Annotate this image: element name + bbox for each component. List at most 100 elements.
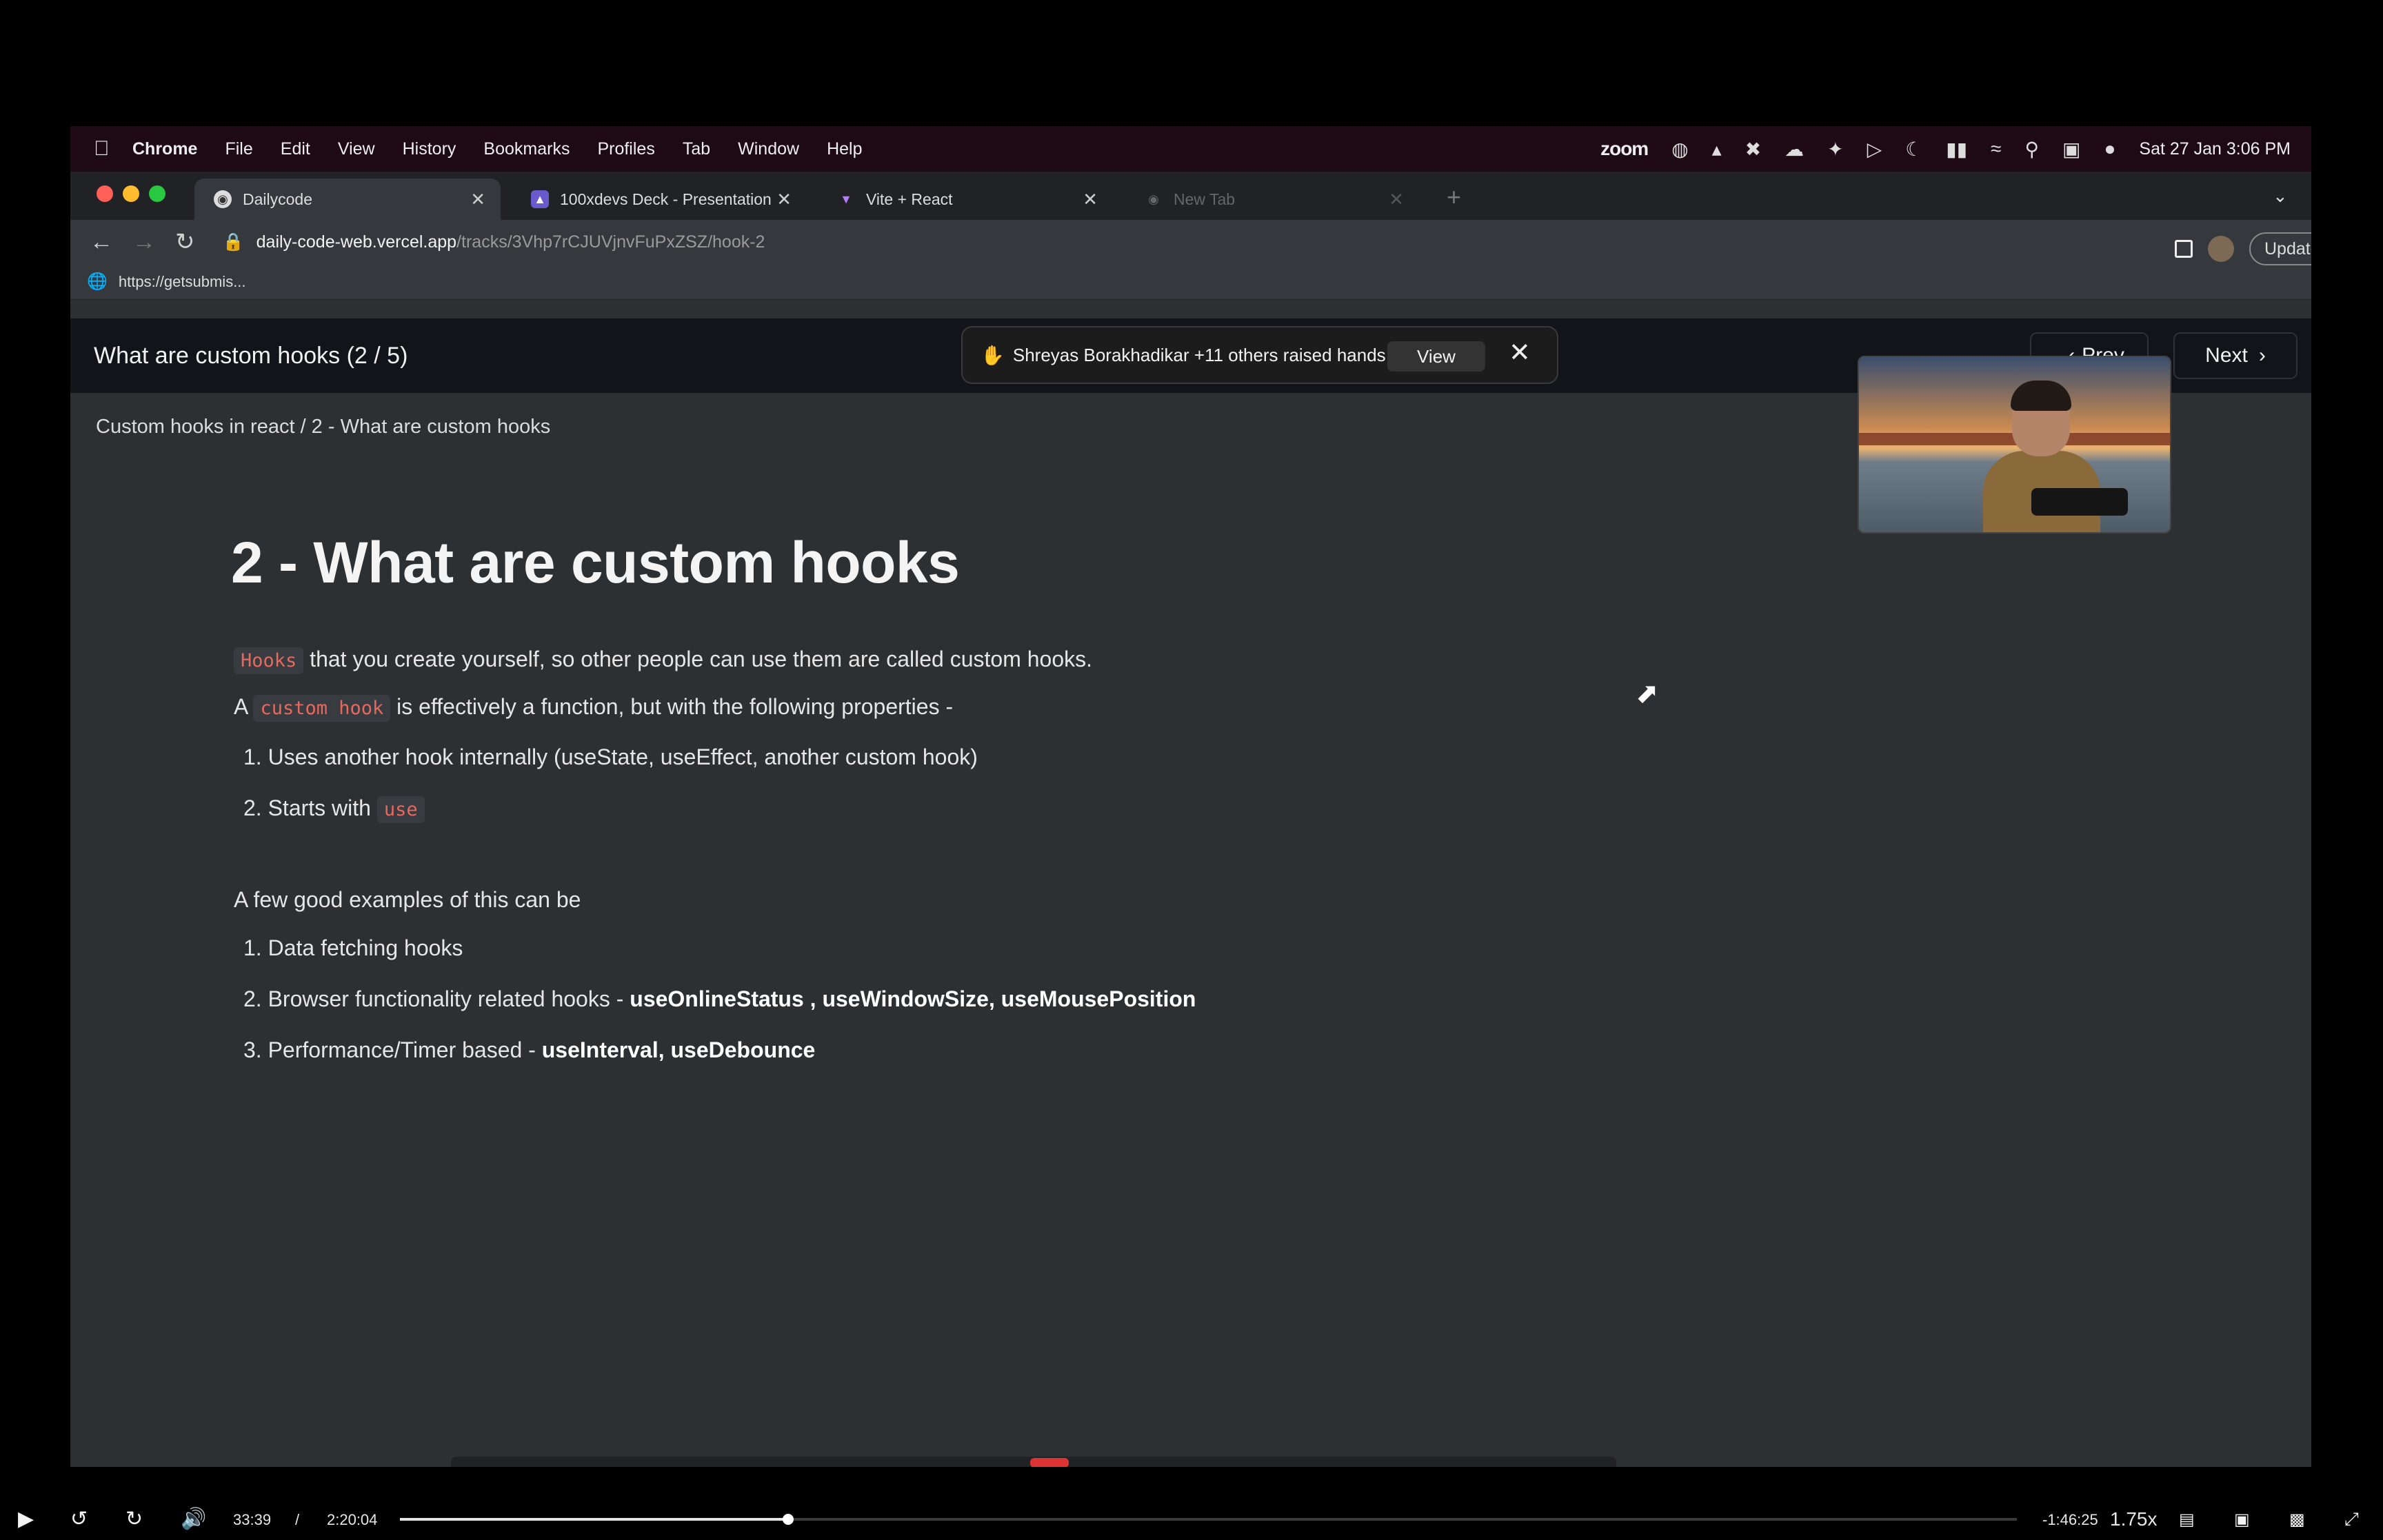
url-host: daily-code-web.vercel.app	[256, 232, 457, 252]
globe-icon: 🌐	[87, 272, 108, 291]
view-button[interactable]: View	[1387, 341, 1485, 372]
back-arrow-icon[interactable]: ←	[90, 229, 113, 256]
apple-icon: 	[94, 137, 114, 161]
zoom-menubar-label[interactable]: zoom	[1600, 138, 1649, 160]
paragraph-text: A	[234, 694, 254, 719]
list-item-bold: useInterval, useDebounce	[541, 1037, 816, 1062]
cloud-icon[interactable]: ☁	[1784, 138, 1804, 161]
time-separator: /	[295, 1511, 300, 1528]
play-icon[interactable]: ▶	[18, 1507, 34, 1531]
webcam-video-tile[interactable]	[1858, 356, 2171, 534]
dailycode-favicon-icon: ◉	[214, 190, 232, 208]
playback-speed[interactable]: 1.75x	[2110, 1508, 2158, 1530]
steam-icon[interactable]: ◍	[1671, 138, 1688, 161]
menu-app-name[interactable]: Chrome	[132, 139, 197, 159]
reload-icon[interactable]: ↻	[175, 228, 195, 256]
video-player:  Chrome File Edit View History Bookmark…	[0, 0, 2383, 1540]
vite-favicon-icon: ▼	[840, 192, 852, 206]
breadcrumb[interactable]: Custom hooks in react / 2 - What are cus…	[96, 416, 550, 438]
list-item-bold: useOnlineStatus , useWindowSize, useMous…	[630, 986, 1196, 1011]
exit-fullscreen-icon[interactable]: ⤢	[2344, 1508, 2359, 1530]
tab-label: Dailycode	[243, 190, 312, 208]
zoom-controls-peek	[451, 1457, 1616, 1467]
menu-view[interactable]: View	[338, 139, 375, 159]
lock-icon: 🔒	[222, 232, 244, 252]
seek-handle[interactable]	[782, 1514, 794, 1525]
menu-window[interactable]: Window	[738, 139, 799, 159]
notification-badge	[1030, 1458, 1069, 1467]
menubar-status-area: zoom ◍ ▴ ✖ ☁ ✦ ▷ ☾ ▮▮ ≈ ⚲ ▣ ● Sat 27 Jan…	[1600, 126, 2291, 172]
wifi-icon[interactable]: ≈	[1991, 138, 2001, 160]
close-tab-icon[interactable]: ✕	[1389, 189, 1404, 210]
tool-icon[interactable]: ✖	[1745, 138, 1761, 161]
picture-in-picture-icon[interactable]: ▣	[2234, 1510, 2250, 1530]
bookmark-item[interactable]: https://getsubmis...	[119, 273, 246, 291]
tab-vite-react[interactable]: ▼ Vite + React ✕	[818, 179, 1113, 220]
close-icon[interactable]: ✕	[1509, 337, 1531, 368]
mouse-cursor-icon: ⬈	[1636, 678, 1659, 709]
next-button[interactable]: Next ›	[2173, 332, 2297, 379]
update-button[interactable]: Update ⋮	[2249, 232, 2311, 265]
menu-tab[interactable]: Tab	[683, 139, 710, 159]
tab-label: New Tab	[1174, 190, 1236, 208]
paragraph-examples-intro: A few good examples of this can be	[234, 887, 581, 912]
rewind-icon[interactable]: ↺	[70, 1507, 88, 1531]
raised-hands-notification: ✋ Shreyas Borakhadikar +11 others raised…	[961, 326, 1558, 384]
menu-edit[interactable]: Edit	[281, 139, 310, 159]
moon-icon[interactable]: ☾	[1905, 138, 1922, 161]
play-circle-icon[interactable]: ▷	[1867, 138, 1882, 161]
close-window-icon[interactable]	[97, 185, 113, 202]
sidepanel-icon[interactable]	[2175, 240, 2193, 258]
rocket-icon[interactable]: ✦	[1827, 138, 1843, 161]
seek-bar[interactable]	[400, 1514, 2017, 1525]
volume-icon[interactable]: 🔊	[181, 1507, 206, 1531]
tab-label: Vite + React	[866, 190, 953, 208]
close-tab-icon[interactable]: ✕	[776, 189, 792, 210]
inline-code: use	[376, 796, 425, 823]
new-tab-icon[interactable]: +	[1447, 183, 1461, 212]
close-tab-icon[interactable]: ✕	[470, 189, 485, 210]
list-item: 1. Uses another hook internally (useStat…	[243, 744, 978, 769]
list-item: 3. Performance/Timer based - useInterval…	[243, 1024, 1955, 1075]
microphone-icon	[2031, 488, 2128, 516]
raised-hands-text: Shreyas Borakhadikar +11 others raised h…	[1012, 344, 1386, 365]
tab-new-tab[interactable]: ◉ New Tab ✕	[1125, 179, 1419, 220]
deck-favicon-icon: ▲	[531, 190, 549, 208]
browser-toolbar-actions: Update ⋮	[2175, 232, 2311, 265]
recorded-screen:  Chrome File Edit View History Bookmark…	[70, 126, 2311, 1467]
paragraph-text: is effectively a function, but with the …	[390, 694, 954, 719]
tab-100xdevs-deck[interactable]: ▲ 100xdevs Deck - Presentation ✕	[512, 179, 807, 220]
captions-icon[interactable]: ▤	[2179, 1510, 2195, 1530]
menu-bookmarks[interactable]: Bookmarks	[483, 139, 570, 159]
inline-code: Hooks	[234, 647, 304, 674]
docker-icon[interactable]: ▴	[1712, 138, 1722, 161]
lesson-content: 2 - What are custom hooks Hooks that you…	[231, 529, 1955, 1075]
raised-hand-icon: ✋	[981, 344, 1005, 366]
close-tab-icon[interactable]: ✕	[1083, 189, 1098, 210]
tab-dailycode[interactable]: ◉ Dailycode ✕	[194, 179, 501, 220]
control-center-icon[interactable]: ▣	[2062, 138, 2080, 161]
search-icon[interactable]: ⚲	[2025, 138, 2040, 161]
menu-profiles[interactable]: Profiles	[597, 139, 654, 159]
siri-icon[interactable]: ●	[2104, 138, 2115, 160]
menu-help[interactable]: Help	[827, 139, 862, 159]
tab-search-chevron-icon[interactable]: ⌄	[2273, 185, 2288, 207]
avatar[interactable]	[2208, 236, 2234, 262]
minimize-window-icon[interactable]	[123, 185, 139, 202]
browser-toolbar: ← → ↻ 🔒 daily-code-web.vercel.app/tracks/…	[70, 220, 2311, 264]
battery-icon[interactable]: ▮▮	[1946, 138, 1967, 161]
list-item: 2. Starts with use	[243, 782, 1955, 835]
remaining-time: -1:46:25	[2042, 1511, 2098, 1528]
menubar-datetime[interactable]: Sat 27 Jan 3:06 PM	[2139, 139, 2291, 159]
inline-code: custom hook	[253, 695, 391, 722]
address-bar[interactable]: 🔒 daily-code-web.vercel.app/tracks/3Vhp7r…	[223, 232, 765, 252]
seek-bar-progress	[400, 1518, 788, 1521]
duration: 2:20:04	[327, 1511, 378, 1528]
menu-file[interactable]: File	[225, 139, 252, 159]
maximize-window-icon[interactable]	[149, 185, 165, 202]
list-item: 2. Browser functionality related hooks -…	[243, 973, 1955, 1024]
menu-history[interactable]: History	[403, 139, 456, 159]
hd-icon[interactable]: ▩	[2289, 1510, 2305, 1530]
forward-arrow-icon[interactable]: →	[132, 229, 156, 256]
forward-icon[interactable]: ↻	[125, 1507, 143, 1531]
